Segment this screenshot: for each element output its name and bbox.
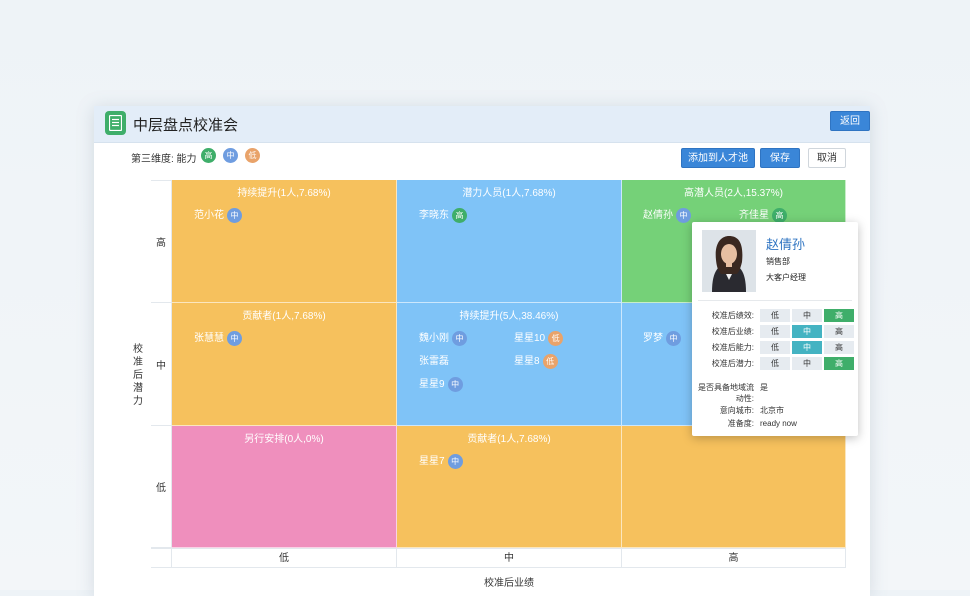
cell-title: 另行安排(0人,0%) <box>244 434 324 445</box>
cell-title: 持续提升(1人,7.68%) <box>237 188 331 199</box>
rating-option-low[interactable]: 低 <box>760 309 791 322</box>
grid-cell-mid-low[interactable]: 贡献者(1人,7.68%) 张慧慧中 <box>172 303 397 426</box>
person-name: 赵倩孙 <box>643 210 673 221</box>
person-name: 范小花 <box>194 210 224 221</box>
document-icon <box>105 111 126 135</box>
avatar <box>702 230 756 292</box>
page-title: 中层盘点校准会 <box>133 117 239 134</box>
person-chip[interactable]: 星星7 中 <box>419 454 463 470</box>
grid-cell-low-mid[interactable]: 贡献者(1人,7.68%) 星星7 中 <box>397 426 622 548</box>
rating-option-high[interactable]: 高 <box>824 309 855 322</box>
ability-badge: 中 <box>676 208 691 223</box>
person-name: 星星9 <box>419 379 445 390</box>
cancel-button[interactable]: 取消 <box>808 148 846 168</box>
x-level-medium: 中 <box>397 548 622 568</box>
person-name: 罗梦 <box>643 333 663 344</box>
grid-cell-low-low[interactable]: 另行安排(0人,0%) <box>172 426 397 548</box>
rating-label: 校准后潜力: <box>711 359 754 368</box>
rating-option-medium[interactable]: 中 <box>792 325 823 338</box>
x-axis-title: 校准后业绩 <box>484 578 534 589</box>
grid-cell-high-low[interactable]: 持续提升(1人,7.68%) 范小花中 <box>172 180 397 303</box>
axis-corner <box>151 548 172 568</box>
cell-title: 贡献者(1人,7.68%) <box>467 434 551 445</box>
card-divider <box>698 300 852 301</box>
person-chip[interactable]: 罗梦中 <box>643 331 681 347</box>
rating-label: 校准后业绩: <box>711 327 754 336</box>
cell-title: 持续提升(5人,38.46%) <box>459 311 559 322</box>
profile-department: 销售部 <box>766 257 790 266</box>
info-label: 准备度: <box>727 419 754 428</box>
grid-cell-low-high[interactable] <box>622 426 846 548</box>
third-dimension-label: 第三维度: 能力 <box>131 154 197 165</box>
rating-label: 校准后能力: <box>711 343 754 352</box>
ability-badge: 中 <box>447 377 463 392</box>
cell-title: 潜力人员(1人,7.68%) <box>462 188 556 199</box>
legend-low: 低 <box>245 148 260 163</box>
person-chip[interactable]: 星星8 低 <box>514 354 558 370</box>
profile-card: 赵倩孙 销售部 大客户经理 校准后绩效: 低 中 高 校准后业绩: 低 中 高 … <box>692 222 858 436</box>
rating-label: 校准后绩效: <box>711 311 754 320</box>
y-level-medium: 中 <box>151 303 172 426</box>
title-bar: 中层盘点校准会 返回 <box>94 106 870 143</box>
person-chip[interactable]: 星星10 低 <box>514 331 564 347</box>
ability-badge: 中 <box>452 331 467 346</box>
person-chip[interactable]: 赵倩孙中 <box>643 208 691 224</box>
info-row-readiness: 准备度: ready now <box>696 418 797 429</box>
person-name: 魏小刚 <box>419 333 449 344</box>
person-name: 星星10 <box>514 333 546 344</box>
ability-badge: 低 <box>548 331 564 346</box>
person-chip[interactable]: 魏小刚中 <box>419 331 467 347</box>
person-chip[interactable]: 张雷磊 <box>419 354 449 370</box>
save-button[interactable]: 保存 <box>760 148 800 168</box>
x-level-low: 低 <box>172 548 397 568</box>
person-name: 星星8 <box>514 356 540 367</box>
legend-high: 高 <box>201 148 216 163</box>
y-level-high: 高 <box>151 180 172 303</box>
rating-option-medium[interactable]: 中 <box>792 357 823 370</box>
person-chip[interactable]: 范小花中 <box>194 208 242 224</box>
rating-option-low[interactable]: 低 <box>760 357 791 370</box>
profile-position: 大客户经理 <box>766 273 806 282</box>
ability-badge: 高 <box>452 208 467 223</box>
grid-cell-mid-mid[interactable]: 持续提升(5人,38.46%) 魏小刚中 星星10 低 张雷磊 星星8 低 星星9 中 <box>397 303 622 426</box>
rating-option-medium[interactable]: 中 <box>792 309 823 322</box>
info-label: 意向城市: <box>719 406 754 415</box>
person-name: 李晓东 <box>419 210 449 221</box>
y-level-low: 低 <box>151 426 172 548</box>
grid-cell-high-mid[interactable]: 潜力人员(1人,7.68%) 李晓东高 <box>397 180 622 303</box>
rating-option-medium[interactable]: 中 <box>792 341 823 354</box>
back-button[interactable]: 返回 <box>830 111 870 131</box>
ability-badge: 中 <box>227 208 242 223</box>
person-name: 星星7 <box>419 456 445 467</box>
person-chip[interactable]: 张慧慧中 <box>194 331 242 347</box>
info-value: ready now <box>760 419 797 428</box>
info-label: 是否具备地域流动性: <box>698 383 754 403</box>
rating-option-high[interactable]: 高 <box>824 325 855 338</box>
x-level-high: 高 <box>622 548 846 568</box>
person-name: 张慧慧 <box>194 333 224 344</box>
y-axis-title: 校准后潜力 <box>133 344 143 407</box>
cell-title: 高潜人员(2人,15.37%) <box>684 188 783 199</box>
rating-option-low[interactable]: 低 <box>760 341 791 354</box>
info-row-mobility: 是否具备地域流动性: 是 <box>696 382 768 404</box>
info-value: 是 <box>760 383 768 392</box>
ability-badge: 中 <box>666 331 681 346</box>
info-value: 北京市 <box>760 406 784 415</box>
person-chip[interactable]: 星星9 中 <box>419 377 463 393</box>
ability-badge: 中 <box>227 331 242 346</box>
ability-badge: 低 <box>542 354 558 369</box>
cell-title: 贡献者(1人,7.68%) <box>242 311 326 322</box>
person-chip[interactable]: 李晓东高 <box>419 208 467 224</box>
rating-option-high[interactable]: 高 <box>824 341 855 354</box>
rating-option-high[interactable]: 高 <box>824 357 855 370</box>
profile-name: 赵倩孙 <box>766 237 806 252</box>
info-row-city: 意向城市: 北京市 <box>696 405 784 416</box>
ability-badge: 高 <box>772 208 787 223</box>
add-to-talent-pool-button[interactable]: 添加到人才池 <box>681 148 755 168</box>
rating-option-low[interactable]: 低 <box>760 325 791 338</box>
person-name: 张雷磊 <box>419 356 449 367</box>
ability-badge: 中 <box>447 454 463 469</box>
legend-medium: 中 <box>223 148 238 163</box>
